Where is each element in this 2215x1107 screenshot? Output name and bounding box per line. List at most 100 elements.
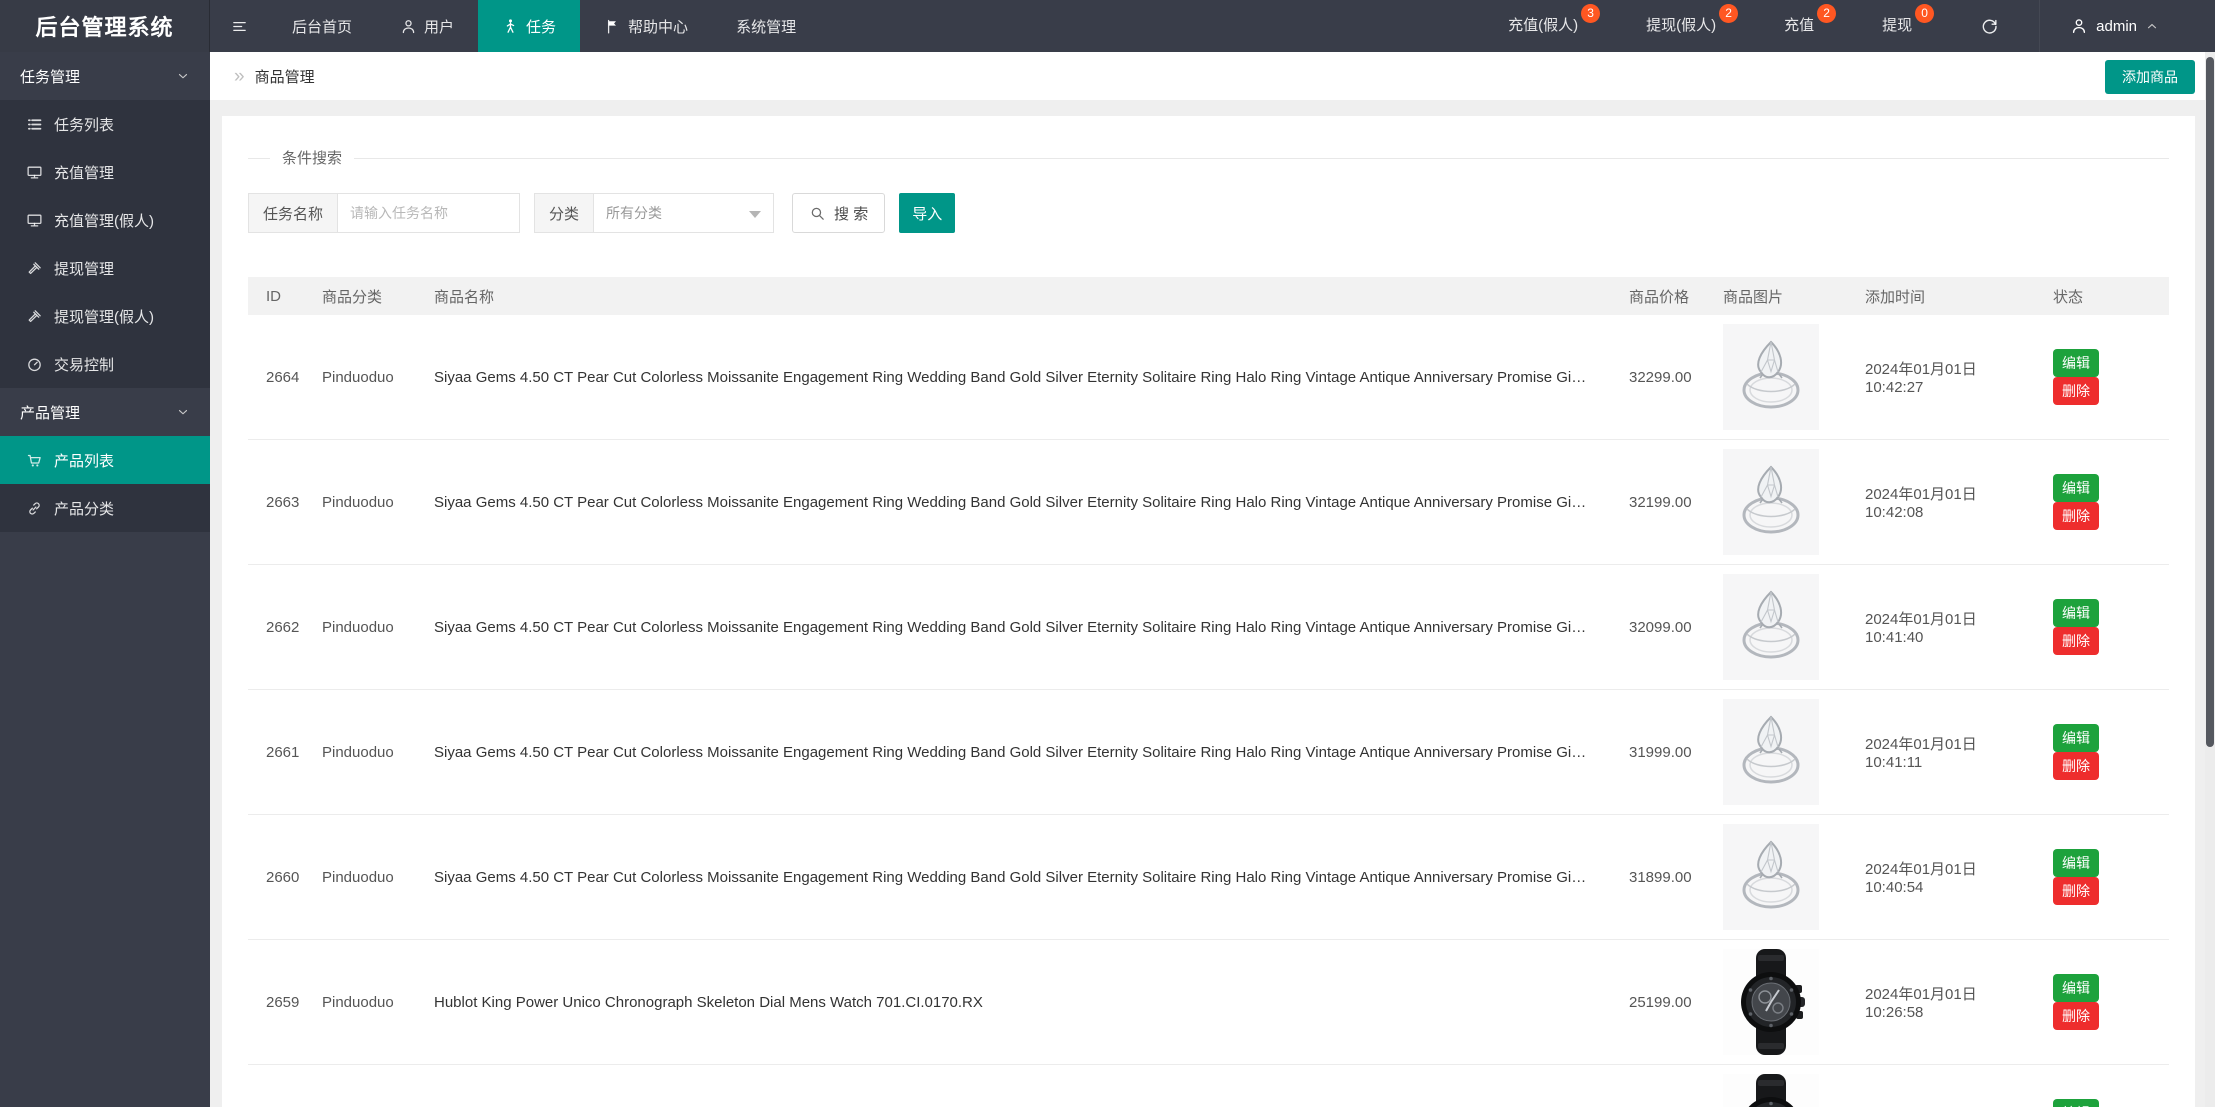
sidebar-section-task-management[interactable]: 任务管理 — [0, 52, 210, 100]
category-group: 分类 所有分类 — [534, 193, 774, 233]
product-image — [1723, 324, 1819, 430]
product-added-time: 2024年01月01日 10:41:40 — [1855, 608, 2043, 646]
monitor-icon — [26, 164, 43, 181]
nav-item-home[interactable]: 后台首页 — [268, 0, 376, 52]
edit-button[interactable]: 编辑 — [2053, 849, 2099, 877]
product-id: 2661 — [248, 744, 312, 761]
search-icon — [809, 205, 826, 222]
table-row: 2660 Pinduoduo Siyaa Gems 4.50 CT Pear C… — [248, 815, 2169, 940]
main-content: » 商品管理 添加商品 条件搜索 任务名称 分类 所有分类 搜 索 — [210, 0, 2215, 1107]
collapse-menu-button[interactable] — [210, 0, 268, 52]
product-name: Siyaa Gems 4.50 CT Pear Cut Colorless Mo… — [424, 869, 1619, 886]
delete-button[interactable]: 删除 — [2053, 377, 2099, 405]
product-image — [1723, 1074, 1819, 1107]
product-added-time: 2024年01月01日 10:40:54 — [1855, 858, 2043, 896]
product-name: Siyaa Gems 4.50 CT Pear Cut Colorless Mo… — [424, 619, 1619, 636]
table-body: 2664 Pinduoduo Siyaa Gems 4.50 CT Pear C… — [248, 315, 2169, 1107]
product-added-time: 2024年01月01日 10:42:08 — [1855, 483, 2043, 521]
category-label: 分类 — [534, 193, 594, 233]
sidebar-item-trade-control[interactable]: 交易控制 — [0, 340, 210, 388]
notice-withdraw[interactable]: 提现 0 — [1882, 0, 1934, 52]
product-price: 31899.00 — [1619, 869, 1713, 886]
notice-recharge[interactable]: 充值 2 — [1784, 0, 1836, 52]
ring-image — [1723, 324, 1819, 430]
refresh-button[interactable] — [1980, 17, 1999, 36]
username: admin — [2096, 18, 2137, 35]
task-name-input[interactable] — [338, 193, 520, 233]
product-id: 2662 — [248, 619, 312, 636]
chevron-up-icon — [2145, 19, 2159, 33]
add-product-button[interactable]: 添加商品 — [2105, 60, 2195, 94]
ring-image — [1723, 699, 1819, 805]
table-row: 2659 Pinduoduo Hublot King Power Unico C… — [248, 940, 2169, 1065]
gavel-icon — [26, 260, 43, 277]
nav-item-tasks[interactable]: 任务 — [478, 0, 580, 52]
product-price: 32099.00 — [1619, 619, 1713, 636]
search-controls: 任务名称 分类 所有分类 搜 索 导入 — [248, 193, 2169, 233]
category-select[interactable]: 所有分类 — [594, 193, 774, 233]
scrollbar-thumb[interactable] — [2206, 57, 2214, 747]
top-nav: 后台首页 用户 任务 帮助中心 系统管理 — [268, 0, 820, 52]
notice-badge: 3 — [1581, 4, 1600, 23]
category-selected-value: 所有分类 — [606, 203, 662, 223]
sidebar-item-recharge-management-fake[interactable]: 充值管理(假人) — [0, 196, 210, 244]
table-row: 2664 Pinduoduo Siyaa Gems 4.50 CT Pear C… — [248, 315, 2169, 440]
column-header-price: 商品价格 — [1619, 286, 1713, 307]
nav-item-users[interactable]: 用户 — [376, 0, 478, 52]
delete-button[interactable]: 删除 — [2053, 502, 2099, 530]
notice-badge: 0 — [1915, 4, 1934, 23]
column-header-name: 商品名称 — [424, 286, 1619, 307]
product-category: Pinduoduo — [312, 994, 424, 1011]
delete-button[interactable]: 删除 — [2053, 1002, 2099, 1030]
sidebar: 任务管理 任务列表 充值管理 充值管理(假人) 提现管理 提现管理(假人) 交易… — [0, 52, 210, 1107]
edit-button[interactable]: 编辑 — [2053, 724, 2099, 752]
link-icon — [26, 500, 43, 517]
gauge-icon — [26, 356, 43, 373]
delete-button[interactable]: 删除 — [2053, 627, 2099, 655]
task-name-group: 任务名称 — [248, 193, 520, 233]
edit-button[interactable]: 编辑 — [2053, 349, 2099, 377]
column-header-id: ID — [248, 288, 312, 305]
product-id: 2659 — [248, 994, 312, 1011]
product-category: Pinduoduo — [312, 619, 424, 636]
import-button[interactable]: 导入 — [899, 193, 955, 233]
ring-image — [1723, 449, 1819, 555]
edit-button[interactable]: 编辑 — [2053, 474, 2099, 502]
sidebar-item-task-list[interactable]: 任务列表 — [0, 100, 210, 148]
edit-button[interactable]: 编辑 — [2053, 974, 2099, 1002]
sidebar-item-withdraw-management-fake[interactable]: 提现管理(假人) — [0, 292, 210, 340]
column-header-image: 商品图片 — [1713, 286, 1855, 307]
user-menu[interactable]: admin — [2039, 0, 2159, 52]
nav-item-system[interactable]: 系统管理 — [712, 0, 820, 52]
sidebar-item-recharge-management[interactable]: 充值管理 — [0, 148, 210, 196]
user-icon — [400, 18, 417, 35]
column-header-category: 商品分类 — [312, 286, 424, 307]
user-icon — [2070, 17, 2088, 35]
notice-recharge-fake[interactable]: 充值(假人) 3 — [1508, 0, 1600, 52]
nav-item-help-center[interactable]: 帮助中心 — [580, 0, 712, 52]
edit-button[interactable]: 编辑 — [2053, 599, 2099, 627]
notice-badge: 2 — [1719, 4, 1738, 23]
sidebar-item-product-list[interactable]: 产品列表 — [0, 436, 210, 484]
product-price: 25199.00 — [1619, 994, 1713, 1011]
chevron-down-icon — [176, 405, 190, 419]
sidebar-section-product-management[interactable]: 产品管理 — [0, 388, 210, 436]
list-icon — [26, 116, 43, 133]
delete-button[interactable]: 删除 — [2053, 752, 2099, 780]
notice-withdraw-fake[interactable]: 提现(假人) 2 — [1646, 0, 1738, 52]
sidebar-item-product-category[interactable]: 产品分类 — [0, 484, 210, 532]
product-name: Siyaa Gems 4.50 CT Pear Cut Colorless Mo… — [424, 369, 1619, 386]
product-price: 31999.00 — [1619, 744, 1713, 761]
watch-image — [1723, 949, 1819, 1055]
product-category: Pinduoduo — [312, 369, 424, 386]
delete-button[interactable]: 删除 — [2053, 877, 2099, 905]
caret-down-icon — [749, 211, 761, 218]
chevron-down-icon — [176, 69, 190, 83]
sidebar-item-withdraw-management[interactable]: 提现管理 — [0, 244, 210, 292]
task-name-label: 任务名称 — [248, 193, 338, 233]
edit-button[interactable]: 编辑 — [2053, 1099, 2099, 1107]
search-button[interactable]: 搜 索 — [792, 193, 885, 233]
product-name: Siyaa Gems 4.50 CT Pear Cut Colorless Mo… — [424, 744, 1619, 761]
product-added-time: 2024年01月01日 10:41:11 — [1855, 733, 2043, 771]
scrollbar-track[interactable] — [2205, 52, 2215, 1107]
